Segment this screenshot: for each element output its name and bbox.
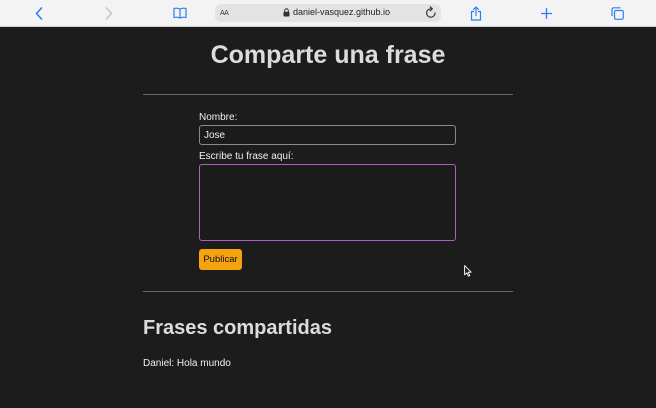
reader-settings-button[interactable]: AA	[220, 7, 229, 17]
publish-button[interactable]: Publicar	[199, 249, 242, 270]
page-title: Comparte una frase	[210, 41, 446, 69]
chevron-left-icon	[35, 6, 43, 20]
divider-bottom	[143, 291, 513, 292]
name-label: Nombre:	[199, 112, 238, 123]
bookmarks-button[interactable]	[170, 0, 190, 26]
reload-icon[interactable]	[425, 6, 437, 19]
name-input[interactable]	[199, 125, 456, 145]
chevron-right-icon	[105, 6, 113, 20]
book-icon	[173, 7, 187, 19]
plus-icon	[540, 7, 552, 19]
share-button[interactable]	[468, 0, 484, 26]
shared-phrases-title: Frases compartidas	[143, 317, 332, 339]
new-tab-button[interactable]	[538, 0, 554, 26]
mouse-cursor-icon	[464, 265, 472, 277]
page-content: Comparte una frase Nombre: Escribe tu fr…	[0, 27, 656, 408]
phrase-label: Escribe tu frase aquí:	[199, 151, 294, 162]
show-tabs-button[interactable]	[608, 0, 626, 26]
shared-phrase-item: Daniel: Hola mundo	[143, 358, 231, 369]
address-bar[interactable]: AA daniel-vasquez.github.io	[215, 4, 441, 22]
browser-toolbar: AA daniel-vasquez.github.io	[0, 0, 656, 27]
back-button[interactable]	[30, 0, 48, 26]
url-text: daniel-vasquez.github.io	[293, 7, 391, 17]
phrase-textarea[interactable]	[199, 164, 456, 241]
tabs-icon	[610, 6, 624, 20]
divider-top	[143, 94, 513, 95]
lock-icon	[283, 8, 290, 17]
forward-button[interactable]	[100, 0, 118, 26]
share-icon	[470, 5, 482, 21]
